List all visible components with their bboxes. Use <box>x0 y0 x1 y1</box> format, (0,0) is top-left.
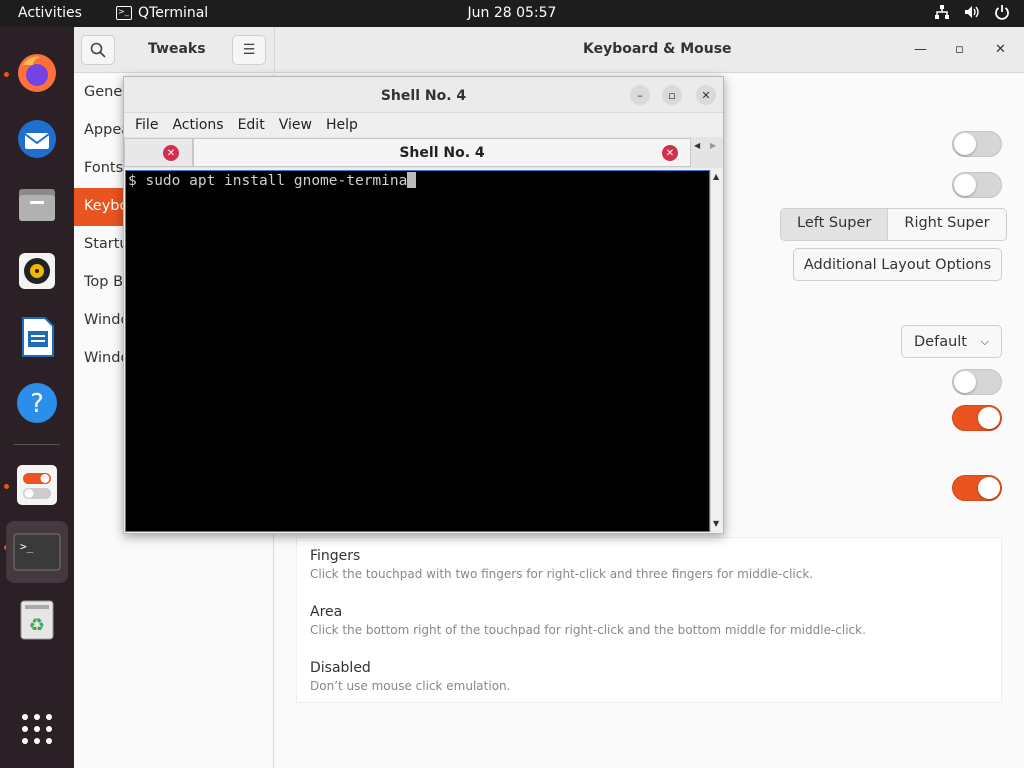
menu-view[interactable]: View <box>272 113 319 137</box>
libreoffice-writer-icon[interactable] <box>13 313 61 361</box>
header-divider <box>274 27 275 73</box>
chevron-down-icon: ⌵ <box>980 334 989 348</box>
option-description: Click the touchpad with two fingers for … <box>310 567 814 581</box>
qterminal-window: Shell No. 4 – ▫ ✕ File Actions Edit View… <box>123 76 724 534</box>
volume-icon <box>965 6 979 18</box>
files-icon[interactable] <box>13 181 61 229</box>
list-item[interactable]: Disabled Don’t use mouse click emulation… <box>310 660 510 693</box>
minimize-button[interactable]: — <box>914 42 927 57</box>
tab-active[interactable]: Shell No. 4 ✕ <box>193 138 691 167</box>
tweaks-icon[interactable] <box>13 461 61 509</box>
firefox-icon[interactable] <box>13 49 61 97</box>
right-super-button[interactable]: Right Super <box>888 209 1006 240</box>
header-bar: Tweaks ☰ Keyboard & Mouse — ▫ ✕ <box>74 27 1024 73</box>
scroll-down-icon[interactable]: ▼ <box>713 519 719 528</box>
trash-icon[interactable]: ♻ <box>13 595 61 643</box>
running-indicator <box>4 72 9 77</box>
dropdown-value: Default <box>914 333 967 350</box>
tab-label: Shell No. 4 <box>399 145 485 161</box>
list-item[interactable]: Fingers Click the touchpad with two fing… <box>310 548 813 581</box>
sidebar-title: Tweaks <box>148 41 206 57</box>
click-method-list: Fingers Click the touchpad with two fing… <box>296 537 1002 703</box>
running-indicator <box>4 484 9 489</box>
hamburger-icon: ☰ <box>242 42 256 58</box>
window-title: Keyboard & Mouse <box>583 41 732 57</box>
dock: ? >_ ♻ <box>0 27 74 768</box>
menu-bar: File Actions Edit View Help <box>124 113 723 137</box>
title-bar[interactable]: Shell No. 4 – ▫ ✕ <box>124 77 723 113</box>
list-item[interactable]: Area Click the bottom right of the touch… <box>310 604 866 637</box>
tab-scroll-right-icon[interactable]: ▶ <box>710 141 716 150</box>
tab-inactive[interactable]: ✕ <box>124 138 193 167</box>
acceleration-profile-dropdown[interactable]: Default ⌵ <box>901 325 1002 358</box>
toggle-switch[interactable] <box>952 131 1002 157</box>
svg-text:♻: ♻ <box>29 615 45 636</box>
minimize-button[interactable]: – <box>630 85 650 105</box>
system-tray[interactable] <box>934 4 1010 20</box>
app-grid-icon[interactable] <box>13 705 61 753</box>
svg-text:?: ? <box>30 389 44 419</box>
close-button[interactable]: ✕ <box>995 42 1006 57</box>
qterminal-icon[interactable]: >_ <box>6 521 68 583</box>
search-button[interactable] <box>81 35 115 65</box>
menu-help[interactable]: Help <box>319 113 365 137</box>
terminal-area[interactable]: $ sudo apt install gnome-termina <box>125 170 710 532</box>
cursor <box>407 172 417 188</box>
menu-button[interactable]: ☰ <box>232 35 266 65</box>
option-title: Fingers <box>310 548 361 564</box>
tab-scroll-left-icon[interactable]: ◀ <box>694 141 700 150</box>
toggle-switch[interactable] <box>952 369 1002 395</box>
toggle-switch[interactable] <box>952 475 1002 501</box>
option-title: Area <box>310 604 343 620</box>
help-icon[interactable]: ? <box>13 379 61 427</box>
power-icon <box>995 5 1009 20</box>
rhythmbox-icon[interactable] <box>13 247 61 295</box>
left-super-button[interactable]: Left Super <box>781 209 889 240</box>
menu-actions[interactable]: Actions <box>165 113 230 137</box>
additional-layout-options-button[interactable]: Additional Layout Options <box>793 248 1002 281</box>
menu-file[interactable]: File <box>128 113 165 137</box>
svg-text:>_: >_ <box>20 540 34 553</box>
option-description: Click the bottom right of the touchpad f… <box>310 623 866 637</box>
scroll-up-icon[interactable]: ▲ <box>713 172 719 181</box>
option-description: Don’t use mouse click emulation. <box>310 679 511 693</box>
menu-edit[interactable]: Edit <box>231 113 272 137</box>
top-bar: Activities >_ QTerminal Jun 28 05:57 <box>0 0 1024 27</box>
scrollbar[interactable]: ▲ ▼ <box>710 170 723 532</box>
terminal-output: $ sudo apt install gnome-termina <box>128 172 417 189</box>
toggle-switch[interactable] <box>952 172 1002 198</box>
tab-bar: ✕ Shell No. 4 ✕ ◀ ▶ <box>124 137 723 168</box>
dock-separator <box>14 444 60 445</box>
close-tab-icon[interactable]: ✕ <box>662 145 678 161</box>
maximize-button[interactable]: ▫ <box>955 42 964 57</box>
thunderbird-icon[interactable] <box>13 115 61 163</box>
clock[interactable]: Jun 28 05:57 <box>0 5 1024 21</box>
maximize-button[interactable]: ▫ <box>662 85 682 105</box>
search-icon <box>90 42 106 58</box>
option-title: Disabled <box>310 660 371 676</box>
network-icon <box>935 5 949 19</box>
toggle-switch[interactable] <box>952 405 1002 431</box>
close-tab-icon[interactable]: ✕ <box>163 145 179 161</box>
overview-shortcut-selector: Left Super Right Super <box>780 208 1007 241</box>
close-button[interactable]: ✕ <box>696 85 716 105</box>
